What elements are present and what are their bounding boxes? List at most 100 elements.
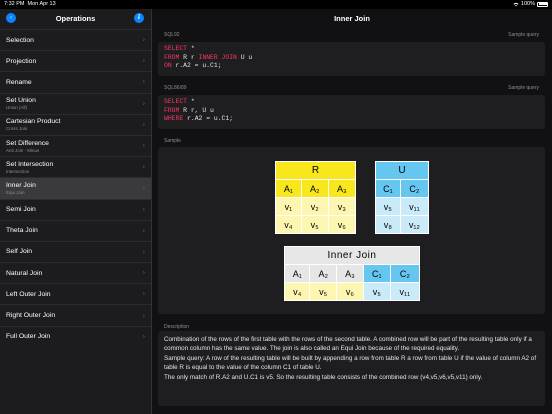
description-paragraph: The only match of R.A2 and U.C1 is v5. S… (164, 374, 483, 381)
table-join-cell: v₄ (283, 282, 311, 301)
chevron-right-icon: › (142, 36, 145, 44)
table-inner-join: Inner Join A₁ A₂ A₃ C₁ C₂ v₄ v₅ v₆ v₅ v₁… (283, 246, 421, 301)
chevron-right-icon: › (142, 78, 145, 86)
chevron-right-icon: › (142, 206, 145, 214)
sidebar-item-sublabel: Cross Join (6, 126, 28, 132)
sidebar-item-rename[interactable]: Rename › (0, 71, 151, 92)
chevron-right-icon: › (142, 312, 145, 320)
sidebar: ‹ Operations i Selection › Projection › Re… (0, 9, 152, 414)
sidebar-item-inner-join[interactable]: Inner Join Equi Join › (0, 177, 151, 199)
sidebar-item-sublabel: Equi Join (6, 189, 25, 195)
sidebar-item-label: Right Outer Join (6, 312, 56, 320)
chevron-right-icon: › (142, 227, 145, 235)
sidebar-item-label: Set Difference (6, 139, 49, 147)
sidebar-item-self-join[interactable]: Self Join › (0, 240, 151, 262)
sql86-label: SQL86/89 (164, 85, 187, 91)
sidebar-item-set-difference[interactable]: Set Difference Anti Join - Minus › (0, 134, 151, 156)
sidebar-item-cartesian-product[interactable]: Cartesian Product Cross Join › (0, 113, 151, 135)
table-join-header: C₁ (362, 264, 391, 283)
table-r-cell: v₃ (327, 197, 357, 216)
sidebar-item-sublabel: Union (All) (6, 105, 28, 111)
table-r-name: R (275, 161, 356, 180)
page-title: Inner Join (334, 14, 370, 23)
sidebar-item-label: Self Join (6, 248, 33, 256)
table-join-header: A₃ (335, 264, 364, 283)
sidebar-item-label: Inner Join (6, 181, 36, 189)
table-u-header: C₂ (399, 179, 430, 198)
sidebar-item-selection[interactable]: Selection › (0, 29, 151, 50)
sidebar-item-label: Theta Join (6, 227, 38, 235)
table-u-cell: v₅ (375, 197, 401, 216)
operations-list: Selection › Projection › Rename › Set Union… (0, 29, 151, 347)
battery-percent: 100% (520, 1, 535, 7)
sample-query-label: Sample query (508, 32, 539, 38)
table-u-name: U (375, 161, 429, 180)
sidebar-item-label: Projection (6, 57, 37, 65)
battery-icon (537, 1, 548, 7)
description-label: Description (164, 324, 190, 330)
sidebar-item-label: Natural Join (6, 269, 43, 277)
sample-label: Sample (164, 138, 181, 144)
table-u-cell: v₈ (375, 215, 401, 234)
sidebar-item-right-outer-join[interactable]: Right Outer Join › (0, 304, 151, 325)
table-r-cell: v₂ (300, 197, 329, 216)
sidebar-item-set-union[interactable]: Set Union Union (All) › (0, 92, 151, 114)
sidebar-item-label: Selection (6, 36, 34, 44)
chevron-right-icon: › (142, 269, 145, 277)
status-right: 100% (513, 1, 548, 7)
table-r: R A₁ A₂ A₃ v₁ v₂ v₃ v₄ v₅ v₆ (275, 161, 357, 234)
table-join-header: A₁ (283, 264, 311, 283)
sample-query-label-2: Sample query (508, 85, 539, 91)
sidebar-item-semi-join[interactable]: Semi Join › (0, 198, 151, 220)
table-u: U C₁ C₂ v₅ v₁₁ v₈ v₁₂ (375, 161, 430, 234)
sidebar-item-label: Left Outer Join (6, 290, 51, 298)
chevron-right-icon: › (142, 100, 145, 108)
info-icon[interactable]: i (134, 13, 144, 23)
chevron-right-icon: › (142, 184, 145, 192)
table-join-cell: v₅ (362, 282, 391, 301)
table-u-header: C₁ (375, 179, 401, 198)
sidebar-item-label: Cartesian Product (6, 118, 61, 126)
chevron-right-icon: › (142, 142, 145, 150)
table-join-header: A₂ (309, 264, 337, 283)
table-join-header: C₂ (389, 264, 421, 283)
sidebar-header: ‹ Operations i (0, 9, 151, 29)
chevron-right-icon: › (142, 57, 145, 65)
sidebar-item-theta-join[interactable]: Theta Join › (0, 219, 151, 241)
description-box: Combination of the rows of the first tab… (158, 331, 545, 406)
sidebar-item-label: Set Intersection (6, 160, 54, 168)
wifi-icon (513, 2, 519, 6)
table-r-cell: v₅ (300, 215, 329, 234)
chevron-right-icon: › (142, 121, 145, 129)
sql86-code: SELECT * FROM R r, U u WHERE r.A2 = u.C1… (158, 95, 545, 129)
table-r-cell: v₆ (327, 215, 357, 234)
sidebar-item-left-outer-join[interactable]: Left Outer Join › (0, 283, 151, 304)
table-r-cell: v₁ (275, 197, 302, 216)
sidebar-item-label: Full Outer Join (6, 333, 51, 341)
chevron-right-icon: › (142, 290, 145, 298)
chevron-right-icon: › (142, 248, 145, 256)
sidebar-item-natural-join[interactable]: Natural Join › (0, 262, 151, 283)
table-join-cell: v₆ (335, 282, 364, 301)
sidebar-item-set-intersection[interactable]: Set Intersection Intersection › (0, 156, 151, 177)
table-r-header: A₂ (300, 179, 329, 198)
sql92-code: SELECT * FROM R r INNER JOIN U u ON r.A2… (158, 42, 545, 76)
sidebar-item-label: Rename (6, 78, 32, 86)
sidebar-item-projection[interactable]: Projection › (0, 50, 151, 71)
table-u-cell: v₁₂ (399, 215, 430, 234)
sidebar-item-label: Set Union (6, 97, 36, 105)
table-r-header: A₁ (275, 179, 302, 198)
table-join-cell: v₁₁ (389, 282, 421, 301)
table-join-cell: v₅ (309, 282, 337, 301)
table-join-name: Inner Join (284, 246, 420, 265)
chevron-right-icon: › (142, 333, 145, 341)
sql92-label: SQL92 (164, 32, 180, 38)
table-r-header: A₃ (327, 179, 357, 198)
sidebar-item-full-outer-join[interactable]: Full Outer Join › (0, 325, 151, 347)
sidebar-item-sublabel: Intersection (6, 168, 30, 174)
sidebar-item-label: Semi Join (6, 206, 36, 214)
status-bar: 7:32 PM Mon Apr 13 100% (0, 0, 552, 9)
table-u-cell: v₁₁ (399, 197, 430, 216)
status-time: 7:32 PM Mon Apr 13 (4, 1, 56, 7)
sidebar-title: Operations (55, 14, 96, 23)
